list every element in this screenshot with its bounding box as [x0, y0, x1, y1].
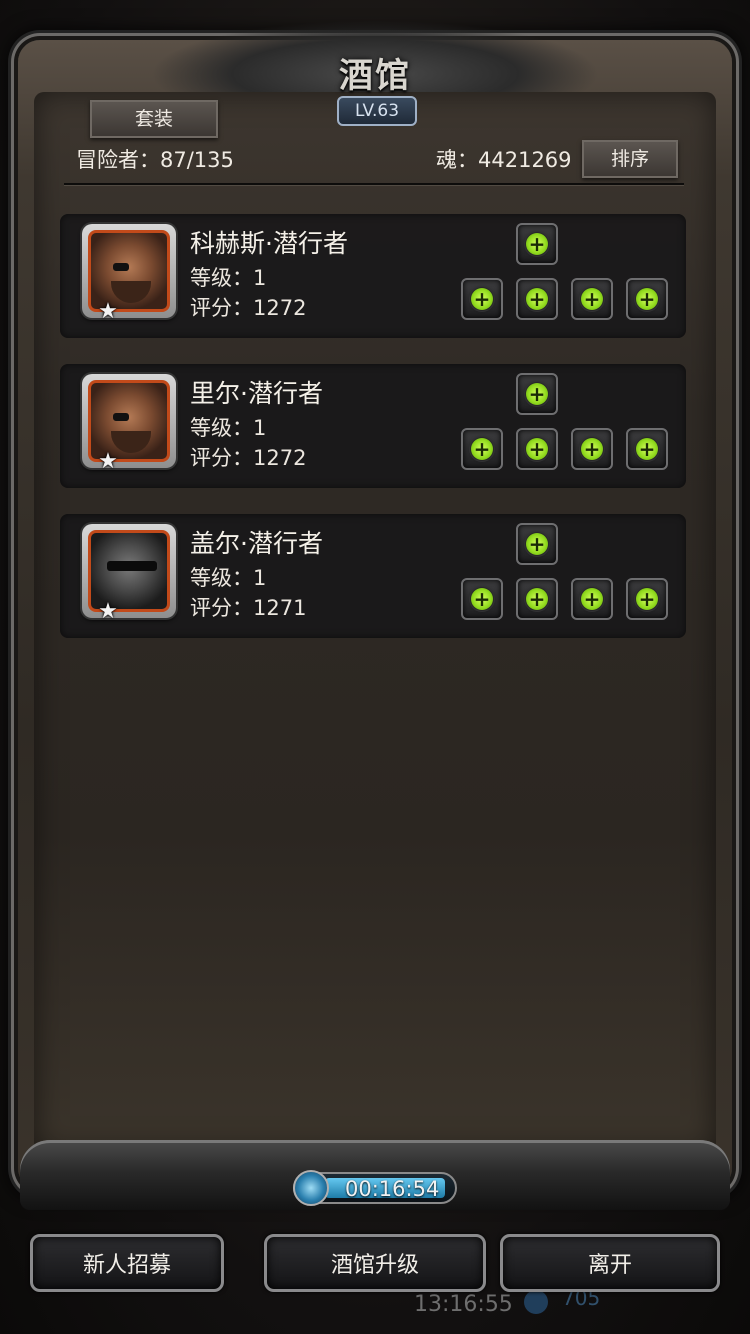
clock-icon	[293, 1170, 329, 1206]
plus-icon: +	[526, 288, 548, 310]
equip-slot-3[interactable]: +	[571, 278, 613, 320]
sort-button[interactable]: 排序	[582, 140, 678, 178]
hero-name: 盖尔·潜行者	[190, 529, 323, 558]
equip-slot-2[interactable]: +	[516, 428, 558, 470]
hero-card[interactable]: ★ 科赫斯·潜行者 等级：1 评分：1272 + + + + +	[60, 214, 686, 338]
hero-name: 里尔·潜行者	[190, 379, 323, 408]
plus-icon: +	[581, 288, 603, 310]
equip-slot-1[interactable]: +	[461, 428, 503, 470]
timer-text: 00:16:54	[345, 1177, 440, 1201]
tavern-level-badge: LV.63	[337, 96, 417, 126]
adventurer-count: 冒险者：87/135	[76, 148, 234, 172]
equip-slot-top[interactable]: +	[516, 523, 558, 565]
upgrade-tavern-button[interactable]: 酒馆升级	[264, 1234, 486, 1292]
hero-level: 等级：1	[190, 266, 267, 290]
equip-slot-1[interactable]: +	[461, 278, 503, 320]
eyepatch	[113, 413, 129, 421]
plus-icon: +	[581, 588, 603, 610]
plus-icon: +	[526, 533, 548, 555]
equip-slot-1[interactable]: +	[461, 578, 503, 620]
equip-slot-top[interactable]: +	[516, 223, 558, 265]
hero-score: 评分：1271	[190, 596, 307, 620]
equip-slot-4[interactable]: +	[626, 578, 668, 620]
hero-score: 评分：1272	[190, 296, 307, 320]
hero-level: 等级：1	[190, 416, 267, 440]
hero-level: 等级：1	[190, 566, 267, 590]
page-title: 酒馆	[339, 56, 411, 96]
recruit-button[interactable]: 新人招募	[30, 1234, 224, 1292]
background-clock: 13:16:55	[414, 1292, 513, 1317]
plus-icon: +	[636, 588, 658, 610]
plus-icon: +	[471, 288, 493, 310]
eyepatch	[113, 263, 129, 271]
divider	[64, 183, 684, 185]
plus-icon: +	[636, 288, 658, 310]
equip-slot-top[interactable]: +	[516, 373, 558, 415]
hero-score: 评分：1272	[190, 446, 307, 470]
hero-card[interactable]: ★ 里尔·潜行者 等级：1 评分：1272 + + + + +	[60, 364, 686, 488]
plus-icon: +	[526, 438, 548, 460]
set-button[interactable]: 套装	[90, 100, 218, 138]
plus-icon: +	[471, 438, 493, 460]
helmet-visor	[107, 561, 157, 571]
leave-button[interactable]: 离开	[500, 1234, 720, 1292]
star-icon: ★	[98, 299, 118, 324]
plus-icon: +	[636, 438, 658, 460]
equip-slot-3[interactable]: +	[571, 578, 613, 620]
hero-card[interactable]: ★ 盖尔·潜行者 等级：1 评分：1271 + + + + +	[60, 514, 686, 638]
plus-icon: +	[526, 383, 548, 405]
star-icon: ★	[98, 449, 118, 474]
plus-icon: +	[526, 588, 548, 610]
equip-slot-4[interactable]: +	[626, 278, 668, 320]
equip-slot-2[interactable]: +	[516, 578, 558, 620]
gem-icon	[524, 1290, 548, 1314]
equip-slot-2[interactable]: +	[516, 278, 558, 320]
plus-icon: +	[581, 438, 603, 460]
star-icon: ★	[98, 599, 118, 624]
hero-name: 科赫斯·潜行者	[190, 229, 348, 258]
refresh-timer: 00:16:54	[293, 1170, 457, 1206]
soul-count: 魂：4421269	[436, 148, 572, 172]
equip-slot-4[interactable]: +	[626, 428, 668, 470]
equip-slot-3[interactable]: +	[571, 428, 613, 470]
plus-icon: +	[471, 588, 493, 610]
plus-icon: +	[526, 233, 548, 255]
